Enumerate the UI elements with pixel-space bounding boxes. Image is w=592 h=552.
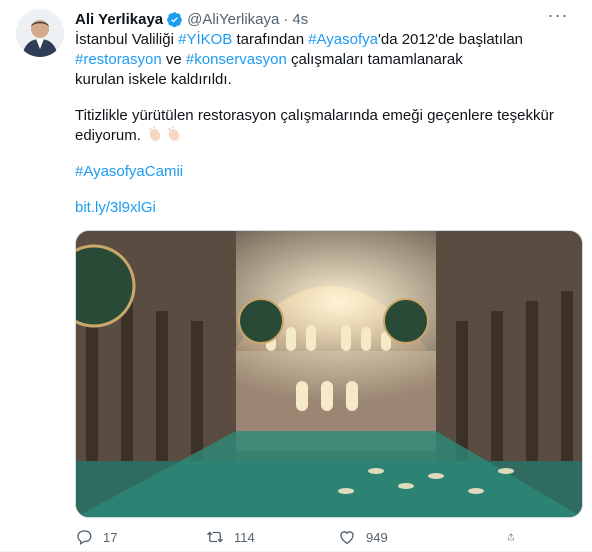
author-avatar[interactable] (16, 9, 64, 57)
text-line-3: kurulan iskele kaldırıldı. (75, 71, 232, 88)
header-separator: · (283, 10, 289, 28)
tweet-card[interactable]: Ali Yerlikaya @AliYerlikaya · 4s ··· İst… (0, 0, 592, 552)
hashtag-link[interactable]: #Ayasofya (308, 31, 378, 48)
text-segment: çalışmaları tamamlanarak (286, 51, 463, 68)
tweet-header: Ali Yerlikaya @AliYerlikaya · 4s (75, 9, 308, 29)
hashtag-link[interactable]: #konservasyon (186, 51, 287, 68)
reply-count: 17 (103, 529, 118, 545)
clapping-hands-icon (168, 126, 180, 141)
text-line-5: ediyorum. (75, 126, 575, 146)
hashtag-link[interactable]: #restorasyon (75, 51, 162, 68)
text-line-1: İstanbul Valiliği #YİKOB tarafından #Aya… (75, 30, 575, 50)
more-options-button[interactable]: ··· (544, 5, 572, 29)
text-segment: 'da 2012'de başlatılan (378, 31, 524, 48)
tweet-timestamp[interactable]: 4s (292, 11, 308, 28)
text-segment: ediyorum. (75, 127, 141, 144)
text-line-2: #restorasyon ve #konservasyon çalışmalar… (75, 50, 575, 70)
hashtag-link[interactable]: #YİKOB (178, 31, 232, 48)
like-count: 949 (366, 529, 388, 545)
text-line-4: Titizlikle yürütülen restorasyon çalışma… (75, 107, 554, 124)
clapping-hands-icon (149, 126, 161, 141)
like-icon (340, 531, 354, 545)
retweet-icon (207, 531, 223, 543)
author-name[interactable]: Ali Yerlikaya (75, 11, 163, 28)
tweet-actions: 17 114 949 (75, 523, 581, 551)
tweet-photo[interactable] (75, 230, 583, 518)
text-segment: İstanbul Valiliği (75, 31, 179, 48)
verified-badge-icon (167, 11, 183, 27)
reply-button[interactable]: 17 (75, 523, 201, 551)
share-button[interactable] (507, 523, 525, 551)
author-handle[interactable]: @AliYerlikaya (187, 11, 279, 28)
text-segment: ve (161, 51, 186, 68)
like-button[interactable]: 949 (338, 523, 464, 551)
reply-icon (77, 530, 92, 546)
tweet-text: İstanbul Valiliği #YİKOB tarafından #Aya… (75, 30, 575, 218)
text-segment: tarafından (232, 31, 309, 48)
external-link[interactable]: bit.ly/3l9xlGi (75, 198, 575, 218)
retweet-button[interactable]: 114 (206, 523, 332, 551)
hashtag-link[interactable]: #AyasofyaCamii (75, 162, 575, 182)
retweet-count: 114 (234, 529, 255, 545)
share-icon (508, 533, 514, 541)
